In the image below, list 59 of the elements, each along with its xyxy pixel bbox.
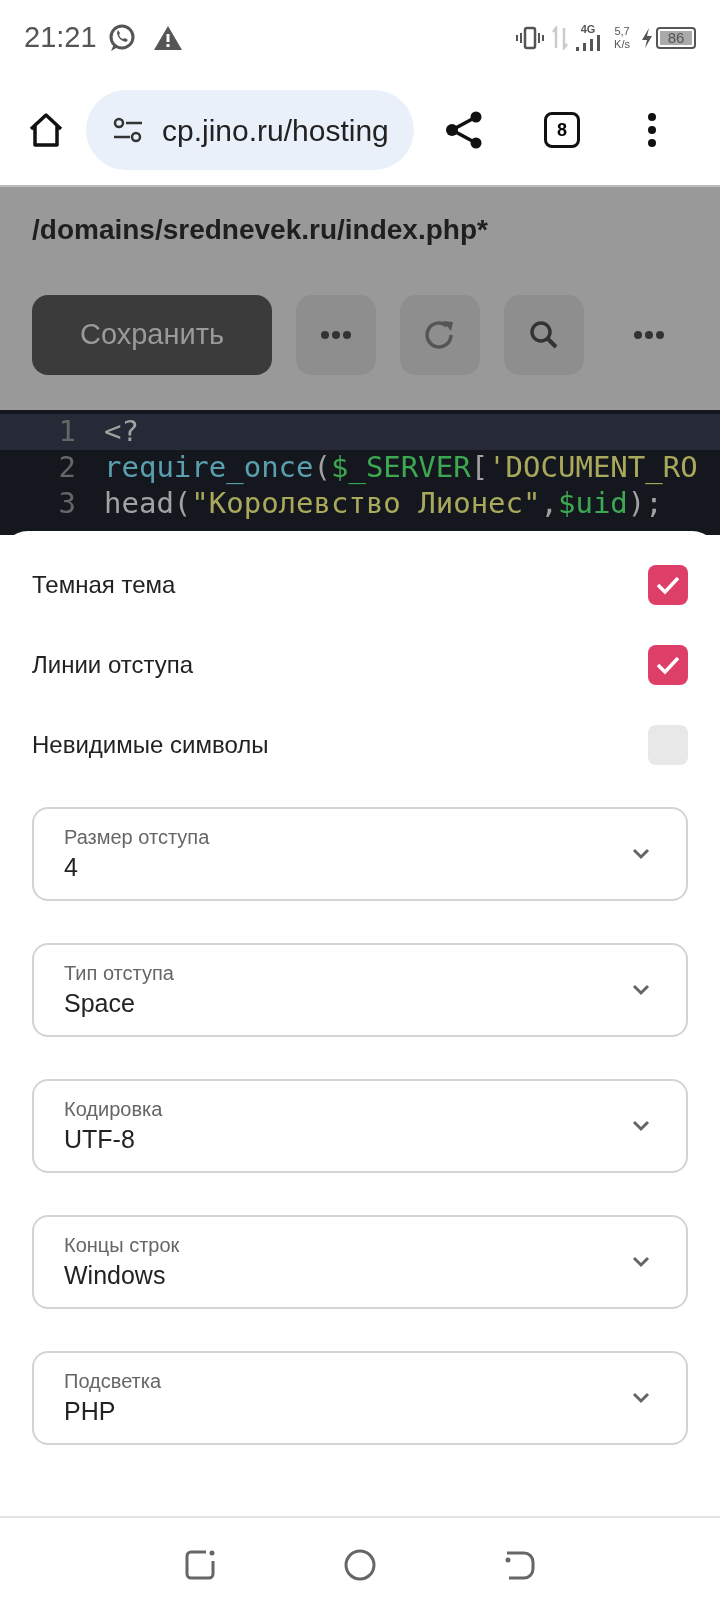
more-icon <box>319 329 353 341</box>
charging-icon <box>640 26 654 49</box>
field-label: Концы строк <box>64 1233 181 1258</box>
field-value: Space <box>64 988 136 1019</box>
option-label: Линии отступа <box>32 650 194 680</box>
reload-button[interactable] <box>400 295 480 375</box>
battery-level: 86 <box>660 30 692 45</box>
chevron-down-icon <box>632 1392 650 1404</box>
field-label: Подсветка <box>64 1369 163 1394</box>
speed-unit: K/s <box>614 38 630 50</box>
home-button-icon[interactable] <box>343 1548 377 1582</box>
select-field[interactable]: Тип отступа Space <box>32 943 688 1037</box>
field-label: Кодировка <box>64 1097 164 1122</box>
option-label: Невидимые символы <box>32 730 269 760</box>
checkbox[interactable] <box>648 645 688 685</box>
field-label: Размер отступа <box>64 825 211 850</box>
network-type: 4G <box>580 24 596 35</box>
code-line: require_once($_SERVER['DOCUMENT_RO <box>104 449 698 487</box>
share-icon[interactable] <box>444 110 484 150</box>
speed-value: 5,7 <box>614 25 630 37</box>
vibrate-icon <box>516 25 545 50</box>
home-icon[interactable] <box>28 112 64 148</box>
option-label: Темная тема <box>32 570 176 600</box>
code-line: head("Королевство Лионес",$uid); <box>104 485 663 523</box>
more-button[interactable] <box>296 295 376 375</box>
field-value: UTF-8 <box>64 1124 136 1155</box>
check-icon <box>655 575 681 595</box>
url-text: cp.jino.ru/hosting <box>162 112 389 149</box>
tab-count-button[interactable]: 8 <box>544 112 580 148</box>
check-icon <box>655 655 681 675</box>
select-field[interactable]: Размер отступа 4 <box>32 807 688 901</box>
chevron-down-icon <box>632 848 650 860</box>
chevron-down-icon <box>632 984 650 996</box>
chevron-down-icon <box>632 1256 650 1268</box>
line-number: 2 <box>57 449 77 487</box>
search-icon <box>529 320 559 350</box>
field-value: 4 <box>64 852 79 883</box>
more-icon[interactable] <box>647 112 657 148</box>
data-arrows-icon <box>552 25 569 50</box>
field-value: Windows <box>64 1260 167 1291</box>
clock: 21:21 <box>24 19 97 55</box>
field-label: Тип отступа <box>64 961 175 986</box>
address-bar[interactable]: cp.jino.ru/hosting <box>86 90 414 170</box>
site-settings-icon <box>112 117 144 143</box>
select-field[interactable]: Кодировка UTF-8 <box>32 1079 688 1173</box>
signal-icon <box>574 35 603 51</box>
field-value: PHP <box>64 1396 117 1427</box>
file-path: /domains/srednevek.ru/index.php* <box>32 213 489 247</box>
checkbox[interactable] <box>648 565 688 605</box>
line-number: 1 <box>57 413 77 451</box>
select-field[interactable]: Подсветка PHP <box>32 1351 688 1445</box>
select-field[interactable]: Концы строк Windows <box>32 1215 688 1309</box>
save-button[interactable]: Сохранить <box>32 295 272 375</box>
recent-apps-icon[interactable] <box>183 1549 216 1581</box>
back-icon[interactable] <box>504 1549 537 1581</box>
search-button[interactable] <box>504 295 584 375</box>
chevron-down-icon <box>632 1120 650 1132</box>
code-line: <? <box>104 413 139 451</box>
line-number: 3 <box>57 485 77 523</box>
